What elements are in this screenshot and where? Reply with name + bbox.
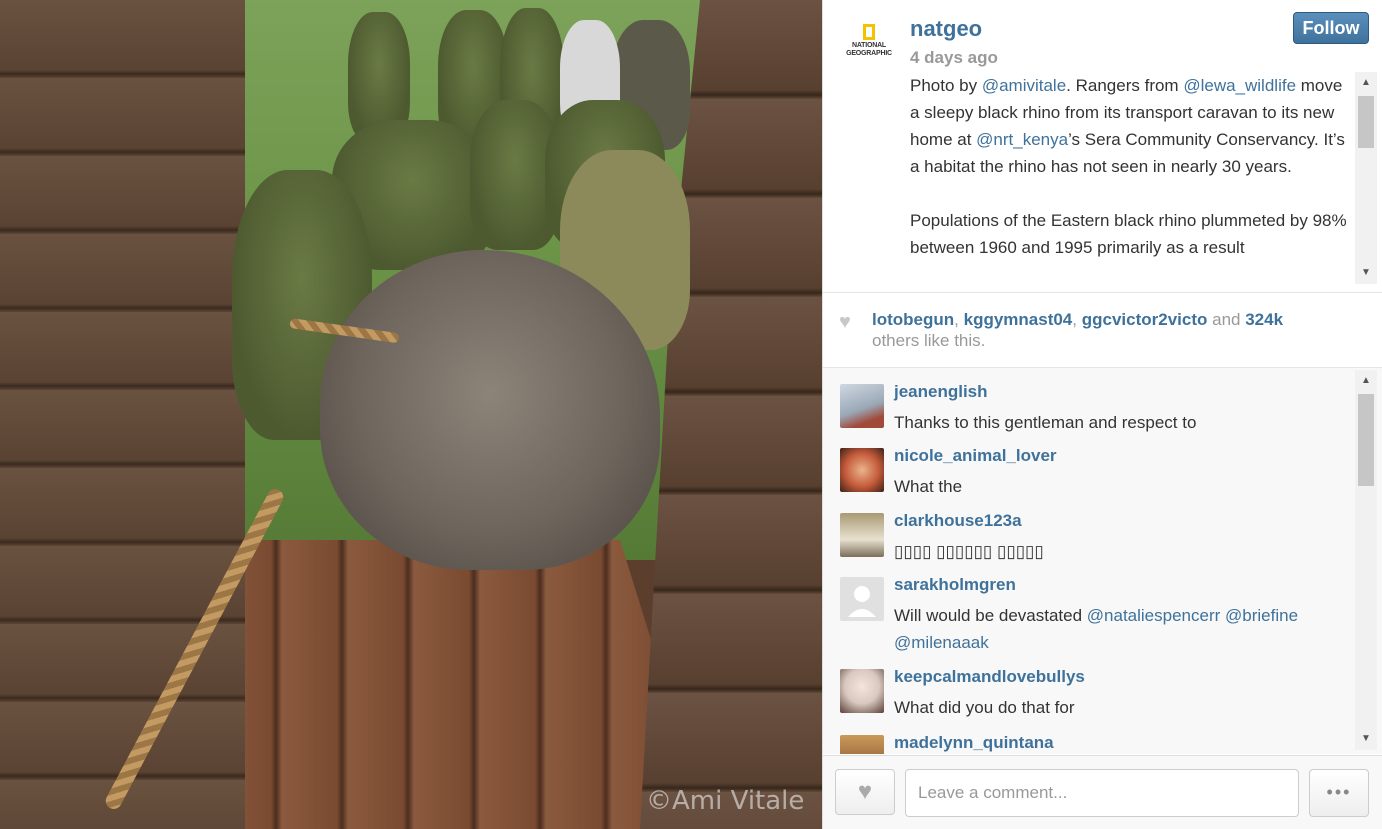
post-caption: Photo by @amivitale. Rangers from @lewa_… — [910, 72, 1350, 284]
scroll-thumb[interactable] — [1358, 96, 1374, 148]
likes-suffix: others like this. — [872, 331, 986, 350]
post-username[interactable]: natgeo — [910, 16, 982, 42]
yellow-frame-icon — [863, 24, 875, 40]
likes-sep: , — [954, 310, 964, 329]
likes-count[interactable]: 324k — [1245, 310, 1283, 329]
logo-line-2: GEOGRAPHIC — [846, 50, 892, 57]
mention-link[interactable]: @lewa_wildlife — [1183, 76, 1296, 95]
scroll-up-icon[interactable]: ▲ — [1355, 74, 1377, 92]
comment-input[interactable] — [905, 769, 1299, 817]
mention-link[interactable]: @nrt_kenya — [976, 130, 1068, 149]
avatar[interactable] — [840, 577, 884, 621]
avatar[interactable] — [840, 513, 884, 557]
post-side-panel: NATIONAL GEOGRAPHIC natgeo 4 days ago Fo… — [822, 0, 1382, 829]
comment-username[interactable]: keepcalmandlovebullys — [894, 667, 1085, 687]
follow-button[interactable]: Follow — [1293, 12, 1369, 44]
scroll-up-icon[interactable]: ▲ — [1355, 372, 1377, 390]
scroll-down-icon[interactable]: ▼ — [1355, 730, 1377, 748]
caption-text: . Rangers from — [1066, 76, 1184, 95]
comments-scrollbar[interactable]: ▲ ▼ — [1355, 370, 1377, 750]
post-timestamp[interactable]: 4 days ago — [910, 48, 998, 68]
comment-text: What did you do that for — [894, 698, 1075, 717]
avatar[interactable] — [840, 669, 884, 713]
liker-link[interactable]: kggymnast04 — [964, 310, 1073, 329]
caption-scrollbar[interactable]: ▲ ▼ — [1355, 72, 1377, 284]
scroll-thumb[interactable] — [1358, 394, 1374, 486]
logo-line-1: NATIONAL — [851, 42, 887, 49]
comment-username[interactable]: clarkhouse123a — [894, 511, 1022, 531]
comment-username[interactable]: jeanenglish — [894, 382, 988, 402]
more-options-button[interactable]: ••• — [1309, 769, 1369, 817]
mention-link[interactable]: @briefine — [1225, 606, 1298, 625]
comments-list: jeanenglish Thanks to this gentleman and… — [823, 368, 1382, 754]
like-button[interactable]: ♥ — [835, 769, 895, 815]
mention-link[interactable]: @amivitale — [982, 76, 1066, 95]
comment-footer: ♥ ••• — [823, 755, 1382, 829]
liker-link[interactable]: lotobegun — [872, 310, 954, 329]
likes-and: and — [1207, 310, 1246, 329]
photo-credit: ©Ami Vitale — [646, 786, 805, 816]
avatar[interactable] — [840, 384, 884, 428]
avatar[interactable] — [840, 735, 884, 754]
avatar[interactable] — [840, 448, 884, 492]
photo-wall-left — [0, 0, 245, 829]
likes-sep: , — [1072, 310, 1082, 329]
scroll-down-icon[interactable]: ▼ — [1355, 264, 1377, 282]
caption-text: Photo by — [910, 76, 982, 95]
likes-section: ♥ lotobegun, kggymnast04, ggcvictor2vict… — [823, 292, 1382, 368]
comment-username[interactable]: sarakholmgren — [894, 575, 1016, 595]
default-avatar-icon — [848, 586, 876, 617]
liker-link[interactable]: ggcvictor2victo — [1082, 310, 1208, 329]
comment-text: What the — [894, 477, 963, 496]
comment-text: Thanks to this gentleman and respect to — [894, 413, 1197, 432]
mention-link[interactable]: @nataliespencerr — [1087, 606, 1221, 625]
caption-paragraph: Populations of the Eastern black rhino p… — [910, 211, 1347, 257]
heart-icon: ♥ — [857, 778, 873, 805]
natgeo-avatar[interactable]: NATIONAL GEOGRAPHIC — [845, 24, 893, 64]
heart-icon: ♥ — [839, 311, 851, 333]
comment-text-part: Will would be devastated — [894, 606, 1087, 625]
mention-link[interactable]: @milenaaak — [894, 633, 989, 652]
post-header: NATIONAL GEOGRAPHIC natgeo 4 days ago Fo… — [823, 0, 1382, 292]
comment-username[interactable]: madelynn_quintana — [894, 733, 1054, 753]
post-photo[interactable]: ©Ami Vitale — [0, 0, 822, 829]
caption-paragraph: Photo by @amivitale. Rangers from @lewa_… — [910, 72, 1350, 180]
comment-text: ▯▯▯▯ ▯▯▯▯▯▯ ▯▯▯▯▯ — [894, 542, 1044, 561]
comment-username[interactable]: nicole_animal_lover — [894, 446, 1057, 466]
comment-text: Will would be devastated @nataliespencer… — [894, 602, 1344, 656]
likes-line: lotobegun, kggymnast04, ggcvictor2victo … — [872, 310, 1283, 330]
